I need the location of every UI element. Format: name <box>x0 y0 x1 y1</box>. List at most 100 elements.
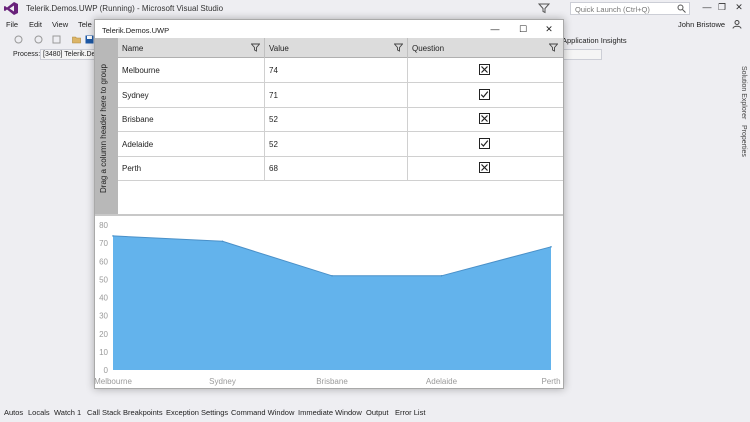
tab-exception-settings[interactable]: Exception Settings <box>166 408 228 417</box>
process-dropdown[interactable]: [3480] Telerik.De <box>40 49 96 60</box>
y-tick-label: 60 <box>99 257 108 266</box>
open-file-icon[interactable] <box>72 35 81 44</box>
vs-window-title: Telerik.Demos.UWP (Running) - Microsoft … <box>26 4 224 13</box>
table-row[interactable]: Adelaide 52 <box>118 131 563 157</box>
vs-minimize-icon[interactable]: — <box>700 1 714 14</box>
column-header-label: Question <box>412 44 445 53</box>
cell-text: Brisbane <box>122 115 154 124</box>
filter-icon[interactable] <box>549 43 558 52</box>
app-close-button[interactable]: ✕ <box>541 22 557 36</box>
column-header-name[interactable]: Name <box>118 38 265 58</box>
vs-close-icon[interactable]: ✕ <box>732 1 746 14</box>
cell-value[interactable]: 52 <box>265 107 408 131</box>
menu-edit[interactable]: Edit <box>29 20 42 29</box>
data-grid: Name Value Question Melbourne 74 Sydney 71 B… <box>118 38 563 214</box>
group-panel[interactable]: Drag a column header here to group <box>95 38 118 214</box>
cell-text: Melbourne <box>122 66 160 75</box>
y-tick-label: 80 <box>99 221 108 230</box>
application-insights-button[interactable]: Application Insights <box>562 36 627 45</box>
signed-in-user[interactable]: John Bristowe <box>678 20 725 29</box>
app-window: Telerik.Demos.UWP — ☐ ✕ Drag a column he… <box>94 19 564 389</box>
save-icon[interactable] <box>85 35 94 44</box>
vs-title-bar: Telerik.Demos.UWP (Running) - Microsoft … <box>0 0 750 17</box>
cell-value[interactable]: 52 <box>265 131 408 156</box>
filter-icon[interactable] <box>251 43 260 52</box>
table-row[interactable]: Melbourne 74 <box>118 58 563 83</box>
cell-question[interactable] <box>408 83 563 107</box>
menu-file[interactable]: File <box>6 20 18 29</box>
menu-telerik[interactable]: Tele <box>78 20 92 29</box>
group-panel-hint: Drag a column header here to group <box>99 64 108 194</box>
quick-launch-input[interactable]: Quick Launch (Ctrl+Q) <box>570 2 690 15</box>
cell-text: 68 <box>269 164 278 173</box>
table-row[interactable]: Perth 68 <box>118 156 563 181</box>
data-point <box>550 246 552 248</box>
table-row[interactable]: Sydney 71 <box>118 82 563 108</box>
y-tick-label: 10 <box>99 348 108 357</box>
cell-name[interactable]: Brisbane <box>118 107 265 131</box>
tab-breakpoints[interactable]: Breakpoints <box>123 408 163 417</box>
cell-text: 52 <box>269 139 278 149</box>
stack-frame-dropdown[interactable] <box>562 49 602 60</box>
quick-launch-placeholder: Quick Launch (Ctrl+Q) <box>575 5 650 14</box>
visual-studio-logo-icon <box>4 2 18 15</box>
cell-name[interactable]: Adelaide <box>118 131 265 156</box>
cell-question[interactable] <box>408 156 563 180</box>
y-tick-label: 30 <box>99 312 108 321</box>
vs-restore-icon[interactable]: ❐ <box>715 1 729 14</box>
app-minimize-button[interactable]: — <box>487 22 503 36</box>
table-row[interactable]: Brisbane 52 <box>118 107 563 132</box>
data-point <box>440 275 443 277</box>
menu-view[interactable]: View <box>52 20 68 29</box>
app-window-title: Telerik.Demos.UWP <box>102 26 170 35</box>
new-project-icon[interactable] <box>52 35 61 44</box>
tab-error-list[interactable]: Error List <box>395 408 425 417</box>
cell-name[interactable]: Perth <box>118 156 265 180</box>
checkbox-crossed-icon[interactable] <box>479 64 490 75</box>
cell-value[interactable]: 74 <box>265 58 408 82</box>
tab-locals[interactable]: Locals <box>28 408 50 417</box>
data-point <box>221 240 224 243</box>
cell-name[interactable]: Melbourne <box>118 58 265 82</box>
checkbox-checked-icon[interactable] <box>479 137 490 149</box>
checkbox-crossed-icon[interactable] <box>479 113 490 124</box>
column-header-label: Name <box>122 44 144 53</box>
tab-output[interactable]: Output <box>366 408 389 417</box>
data-point <box>112 235 114 237</box>
area-chart: 0 10 20 30 40 50 60 70 80 Melbourne Sydney Brisbane… <box>95 221 561 386</box>
checkbox-crossed-icon[interactable] <box>479 162 490 173</box>
tab-immediate-window[interactable]: Immediate Window <box>298 408 362 417</box>
cell-text: Sydney <box>122 90 149 100</box>
navigate-forward-icon[interactable] <box>34 35 43 44</box>
process-label: Process: <box>13 51 41 58</box>
column-header-question[interactable]: Question <box>408 38 563 58</box>
cell-question[interactable] <box>408 58 563 82</box>
checkbox-checked-icon[interactable] <box>479 88 490 100</box>
x-tick-label: Sydney <box>209 377 236 386</box>
y-tick-label: 50 <box>99 275 108 284</box>
cell-question[interactable] <box>408 107 563 131</box>
tab-call-stack[interactable]: Call Stack <box>87 408 121 417</box>
data-point <box>331 275 333 277</box>
cell-text: Adelaide <box>122 139 154 149</box>
properties-tab[interactable]: Properties <box>735 125 747 157</box>
solution-explorer-tab[interactable]: Solution Explorer <box>735 66 747 119</box>
user-account-icon[interactable] <box>732 19 742 29</box>
grid-chart-divider <box>95 214 563 216</box>
cell-question[interactable] <box>408 132 563 156</box>
app-maximize-button[interactable]: ☐ <box>515 22 531 36</box>
y-tick-label: 0 <box>104 366 109 375</box>
x-tick-label: Melbourne <box>95 377 132 386</box>
cell-value[interactable]: 71 <box>265 82 408 107</box>
notification-filter-icon[interactable] <box>538 2 550 14</box>
x-tick-label: Brisbane <box>316 377 348 386</box>
filter-icon[interactable] <box>394 43 403 52</box>
cell-value[interactable]: 68 <box>265 156 408 180</box>
cell-name[interactable]: Sydney <box>118 82 265 107</box>
column-header-value[interactable]: Value <box>265 38 408 58</box>
tab-watch-1[interactable]: Watch 1 <box>54 408 81 417</box>
tab-autos[interactable]: Autos <box>4 408 23 417</box>
y-tick-label: 70 <box>99 239 108 248</box>
navigate-back-icon[interactable] <box>14 35 23 44</box>
tab-command-window[interactable]: Command Window <box>231 408 294 417</box>
